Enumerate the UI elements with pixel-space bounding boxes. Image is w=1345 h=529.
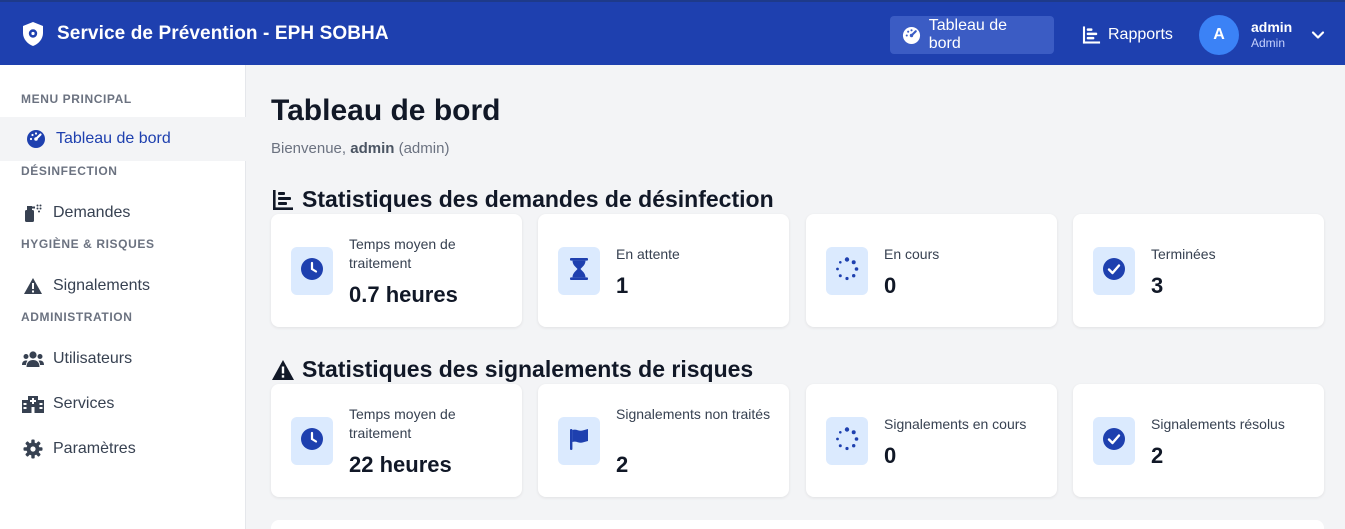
card-value: 0 [884, 443, 897, 468]
card-label: Signalements résolus [1151, 416, 1285, 432]
section-title: Statistiques des signalements de risques [302, 356, 754, 382]
stat-card-completed: Terminées 3 [1073, 214, 1324, 327]
section-label-admin: ADMINISTRATION [21, 310, 133, 324]
welcome-role: (admin) [398, 140, 450, 157]
stat-card-resolved: Signalements résolus 2 [1073, 384, 1324, 497]
page-title: Tableau de bord [271, 94, 501, 127]
sidebar-item-demandes[interactable]: Demandes [0, 191, 246, 235]
hospital-icon [22, 393, 44, 415]
stat-card-risks-in-progress: Signalements en cours 0 [806, 384, 1057, 497]
card-label: Signalements en cours [884, 416, 1027, 432]
sidebar-item-label: Tableau de bord [56, 130, 171, 147]
card-value: 0.7 heures [349, 282, 458, 307]
clock-icon [300, 427, 324, 456]
sidebar-item-label: Services [53, 395, 115, 412]
spinner-icon [835, 426, 859, 456]
section-label-menu: MENU PRINCIPAL [21, 92, 132, 106]
nav-dashboard-button[interactable]: Tableau de bord [890, 16, 1054, 54]
next-panel-edge [271, 520, 1324, 529]
sidebar: MENU PRINCIPAL Tableau de bord DÉSINFECT… [0, 65, 246, 529]
section-label-hygiene: HYGIÈNE & RISQUES [21, 237, 155, 251]
card-icon-box [1093, 417, 1135, 465]
gear-icon [22, 438, 44, 460]
section-title: Statistiques des demandes de désinfectio… [302, 186, 774, 212]
clock-icon [300, 257, 324, 286]
app-title: Service de Prévention - EPH SOBHA [57, 22, 389, 44]
card-label: En attente [616, 246, 680, 262]
section-label-disinfection: DÉSINFECTION [21, 164, 118, 178]
card-icon-box [291, 417, 333, 465]
sidebar-item-label: Demandes [53, 204, 131, 221]
hourglass-icon [570, 257, 588, 285]
sidebar-item-utilisateurs[interactable]: Utilisateurs [0, 337, 246, 381]
stat-card-untreated: Signalements non traités 2 [538, 384, 789, 497]
nav-reports-label: Rapports [1108, 26, 1173, 43]
card-value: 3 [1151, 273, 1164, 298]
user-role: Admin [1251, 36, 1286, 50]
gauge-icon [25, 128, 47, 150]
welcome-user: admin [350, 140, 395, 157]
top-navbar: Service de Prévention - EPH SOBHA Tablea… [0, 0, 1345, 65]
user-name: admin [1251, 19, 1293, 35]
gauge-icon [902, 25, 922, 45]
sidebar-item-signalements[interactable]: Signalements [0, 264, 246, 308]
sidebar-item-label: Utilisateurs [53, 350, 133, 367]
sidebar-item-label: Paramètres [53, 440, 136, 457]
warning-icon [271, 358, 295, 382]
card-label: Temps moyen de traitement [349, 406, 456, 441]
flag-icon [568, 428, 590, 455]
card-icon-box [558, 247, 600, 295]
chart-bar-icon [271, 188, 295, 212]
stat-card-pending: En attente 1 [538, 214, 789, 327]
nav-dashboard-label: Tableau de bord [928, 17, 1008, 52]
warning-icon [22, 275, 44, 297]
welcome-text: Bienvenue, admin (admin) [271, 140, 449, 157]
card-label: En cours [884, 246, 940, 262]
chevron-down-icon[interactable] [1309, 26, 1327, 44]
card-icon-box [1093, 247, 1135, 295]
brand[interactable]: Service de Prévention - EPH SOBHA [20, 21, 389, 47]
card-label: Temps moyen de traitement [349, 236, 456, 271]
risks-stats-heading: Statistiques des signalements de risques [271, 356, 753, 383]
card-value: 2 [1151, 443, 1164, 468]
sidebar-item-parametres[interactable]: Paramètres [0, 427, 246, 471]
users-icon [22, 348, 44, 370]
shield-icon [20, 21, 46, 47]
card-value: 2 [616, 452, 629, 477]
card-icon-box [291, 247, 333, 295]
card-icon-box [826, 417, 868, 465]
check-circle-icon [1102, 257, 1126, 286]
welcome-prefix: Bienvenue, [271, 140, 347, 157]
disinfection-stats-heading: Statistiques des demandes de désinfectio… [271, 186, 774, 213]
avatar: A [1199, 15, 1239, 55]
check-circle-icon [1102, 427, 1126, 456]
card-value: 22 heures [349, 452, 452, 477]
stat-card-avg-time-risks: Temps moyen de traitement 22 heures [271, 384, 522, 497]
spinner-icon [835, 256, 859, 286]
card-icon-box [826, 247, 868, 295]
stat-card-in-progress: En cours 0 [806, 214, 1057, 327]
user-menu[interactable]: A admin Admin [1199, 15, 1292, 55]
card-value: 1 [616, 273, 629, 298]
spray-icon [22, 202, 44, 224]
chart-bar-icon [1082, 25, 1101, 45]
card-label: Signalements non traités [616, 406, 771, 422]
card-value: 0 [884, 273, 897, 298]
sidebar-item-label: Signalements [53, 277, 150, 294]
nav-reports-button[interactable]: Rapports [1070, 16, 1184, 54]
sidebar-item-services[interactable]: Services [0, 382, 246, 426]
sidebar-item-dashboard[interactable]: Tableau de bord [0, 117, 246, 161]
card-label: Terminées [1151, 246, 1216, 262]
card-icon-box [558, 417, 600, 465]
stat-card-avg-time: Temps moyen de traitement 0.7 heures [271, 214, 522, 327]
